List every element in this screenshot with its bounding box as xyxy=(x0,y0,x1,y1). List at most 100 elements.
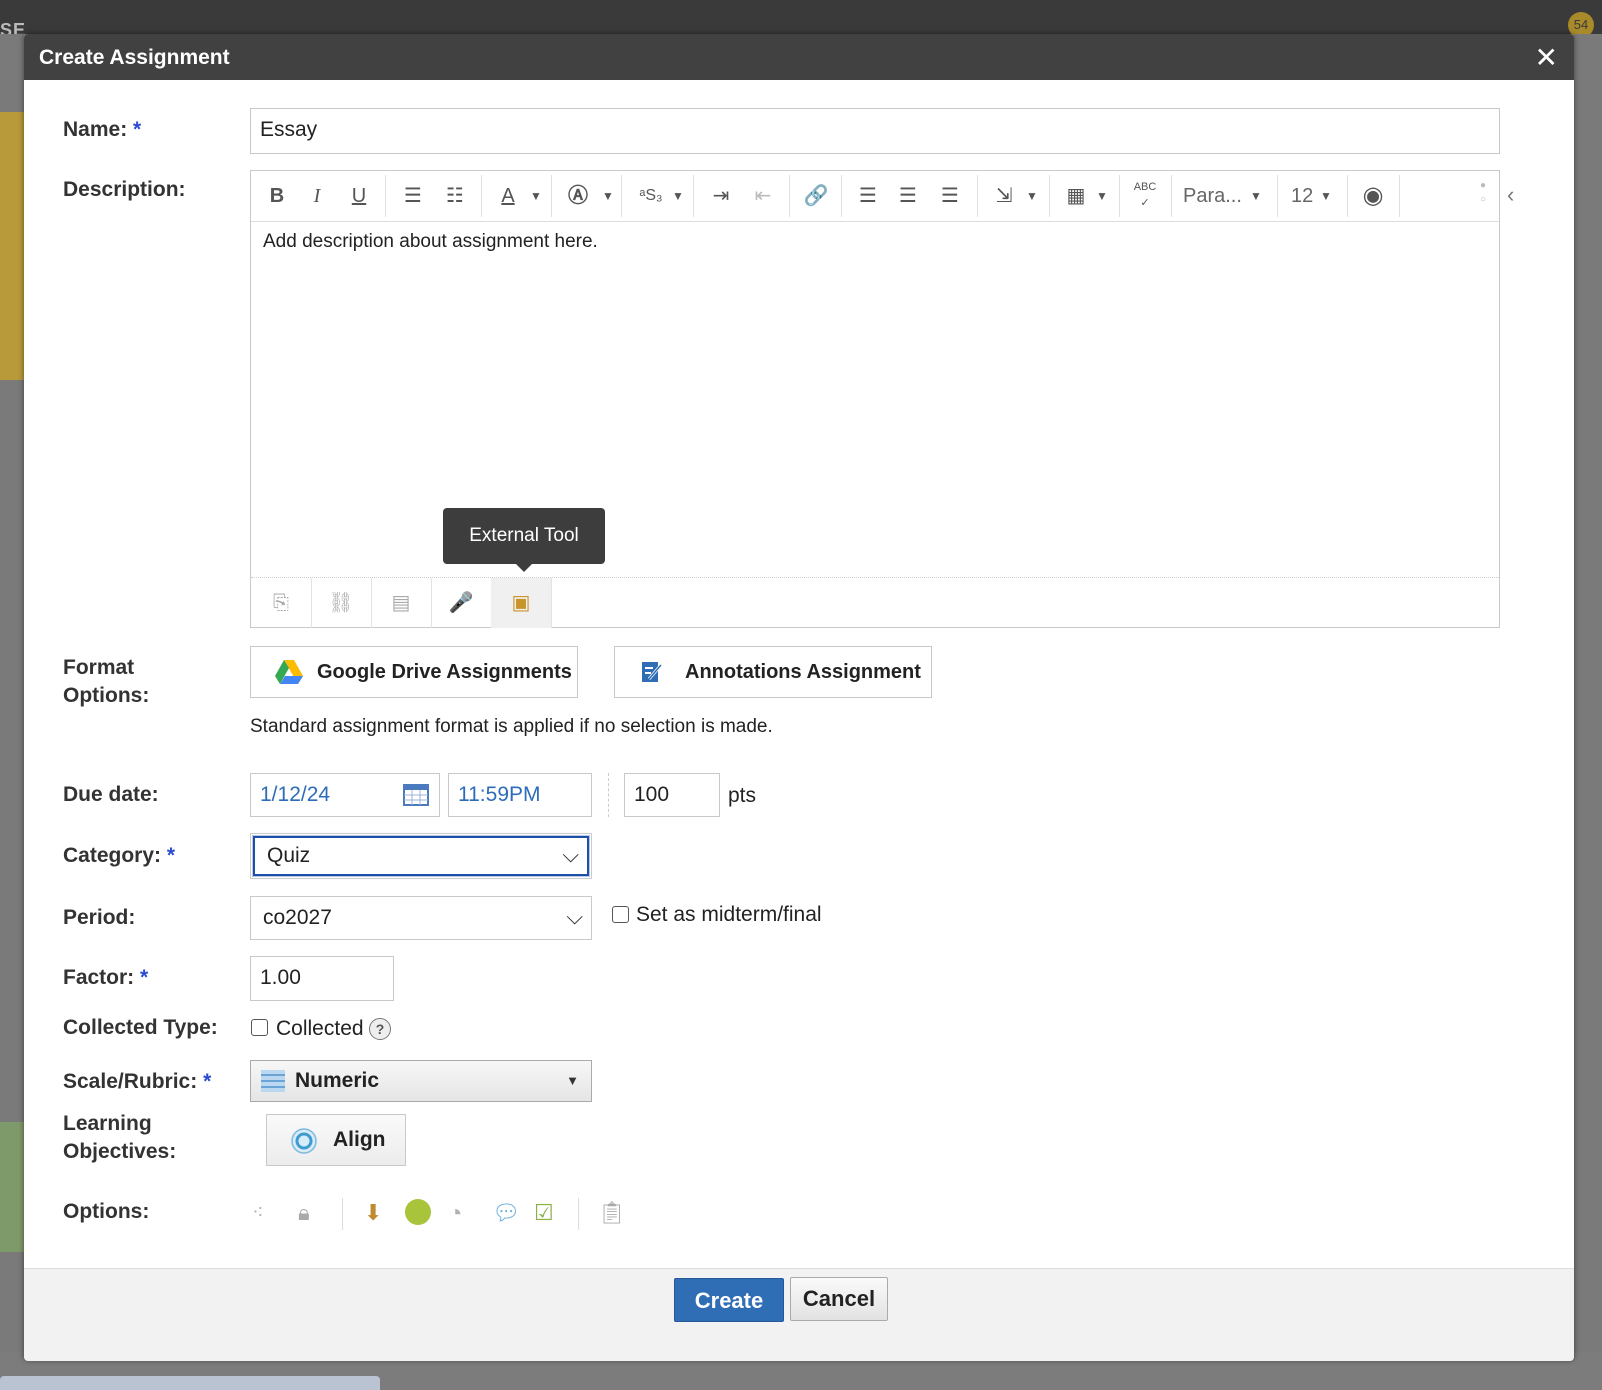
create-button[interactable]: Create xyxy=(674,1278,784,1322)
editor-content[interactable]: Add description about assignment here. xyxy=(263,231,598,253)
chevron-down-icon[interactable]: ▼ xyxy=(669,179,687,213)
description-label: Description: xyxy=(63,178,186,201)
editor-toolbar: B I U ☰ ☷ A ▼ Ⓐ ▼ ᵃS₃ ▼ ⇥ ⇤ 🔗 ☰ ☰ ☰ ⇲ ▼ … xyxy=(251,171,1499,222)
factor-label-text: Factor: xyxy=(63,966,135,989)
google-drive-icon xyxy=(275,660,303,684)
dropbox-icon[interactable]: ⬇ xyxy=(364,1200,382,1226)
close-icon[interactable]: ✕ xyxy=(1535,41,1558,74)
chevron-down-icon: ⌵ xyxy=(566,904,583,929)
grade-stats-icon[interactable]: ◔ xyxy=(448,1200,463,1228)
indent-icon[interactable]: ⇥ xyxy=(705,179,737,213)
dialog-title: Create Assignment xyxy=(39,46,230,69)
toolbar-divider xyxy=(621,175,622,217)
record-audio-icon[interactable]: 🎤 xyxy=(431,578,492,628)
lock-icon[interactable]: 🔒︎ xyxy=(298,1200,310,1226)
link-icon[interactable]: 🔗 xyxy=(801,179,831,213)
toolbar-divider xyxy=(481,175,482,217)
name-input[interactable]: Essay xyxy=(250,108,1500,154)
highlight-color-icon[interactable]: Ⓐ xyxy=(563,179,593,213)
help-icon[interactable]: ? xyxy=(369,1018,391,1040)
period-select[interactable]: co2027 ⌵ xyxy=(250,896,592,940)
chevron-down-icon[interactable]: ▼ xyxy=(1317,179,1335,213)
factor-label: Factor: * xyxy=(63,964,148,992)
chevron-down-icon[interactable]: ▼ xyxy=(599,179,617,213)
outdent-icon[interactable]: ⇤ xyxy=(747,179,779,213)
align-button[interactable]: Align xyxy=(266,1114,406,1166)
options-divider xyxy=(578,1198,579,1230)
collapse-panel-icon[interactable]: ‹ xyxy=(1507,182,1514,208)
align-center-icon[interactable]: ☰ xyxy=(893,179,923,213)
font-color-icon[interactable]: A xyxy=(493,179,523,213)
learning-objectives-line2: Objectives: xyxy=(63,1140,177,1163)
collected-checkbox[interactable] xyxy=(251,1019,268,1036)
due-date-divider xyxy=(608,773,609,817)
chain-link-icon[interactable]: ⛓ xyxy=(311,578,372,628)
scale-rubric-label: Scale/Rubric: * xyxy=(63,1068,211,1096)
background-right-strip xyxy=(1574,34,1602,1354)
dialog-footer: Create Cancel xyxy=(24,1268,1574,1361)
toolbar-divider xyxy=(385,175,386,217)
chevron-down-icon[interactable]: ▼ xyxy=(1023,179,1041,213)
format-options-label-line1: Format xyxy=(63,656,135,679)
cancel-button[interactable]: Cancel xyxy=(790,1277,888,1321)
accessibility-icon[interactable]: ◉ xyxy=(1357,179,1389,213)
font-size-select[interactable]: 12 xyxy=(1291,179,1317,213)
superscript-strike-icon[interactable]: ᵃS₃ xyxy=(631,179,671,213)
calendar-icon[interactable] xyxy=(403,783,429,807)
period-selected-value: co2027 xyxy=(263,906,332,929)
format-options-label-line2: Options: xyxy=(63,684,150,707)
bullet-list-icon[interactable]: ☰ xyxy=(397,179,429,213)
learning-objectives-line1: Learning xyxy=(63,1112,152,1135)
spellcheck-icon[interactable]: ABC ✓ xyxy=(1127,179,1163,213)
midterm-final-label: Set as midterm/final xyxy=(636,903,822,926)
comments-icon[interactable]: 💬︎ xyxy=(492,1200,520,1226)
toolbar-divider xyxy=(1399,175,1400,217)
category-label-text: Category: xyxy=(63,844,162,867)
numbered-list-icon[interactable]: ☷ xyxy=(439,179,471,213)
points-input[interactable]: 100 xyxy=(624,773,720,817)
annotations-label: Annotations Assignment xyxy=(685,661,921,683)
align-right-icon[interactable]: ☰ xyxy=(935,179,965,213)
insert-resource-icon[interactable]: ⎘ xyxy=(251,578,312,628)
midterm-final-checkbox[interactable] xyxy=(612,906,629,923)
chevron-down-icon[interactable]: ▼ xyxy=(1247,179,1265,213)
bold-icon[interactable]: B xyxy=(263,179,291,213)
required-star: * xyxy=(140,966,149,989)
required-star: * xyxy=(203,1070,212,1093)
external-tool-icon[interactable]: ▣ xyxy=(491,578,552,628)
background-topbar: SE 54 xyxy=(0,0,1602,40)
chevron-down-icon: ⌵ xyxy=(562,842,579,867)
due-time-input[interactable]: 11:59PM xyxy=(448,773,592,817)
description-editor: B I U ☰ ☷ A ▼ Ⓐ ▼ ᵃS₃ ▼ ⇥ ⇤ 🔗 ☰ ☰ ☰ ⇲ ▼ … xyxy=(250,170,1500,628)
toolbar-divider xyxy=(789,175,790,217)
files-icon[interactable]: ▤ xyxy=(371,578,432,628)
annotations-assignment-button[interactable]: Annotations Assignment xyxy=(614,646,932,698)
align-left-icon[interactable]: ☰ xyxy=(853,179,883,213)
insert-media-icon[interactable]: ⇲ xyxy=(989,179,1019,213)
chevron-down-icon[interactable]: ▼ xyxy=(527,179,545,213)
scale-selected-value: Numeric xyxy=(295,1069,380,1092)
required-star: * xyxy=(166,844,176,867)
underline-icon[interactable]: U xyxy=(345,179,373,213)
scale-rubric-label-text: Scale/Rubric: xyxy=(63,1070,198,1093)
caret-down-icon: ▼ xyxy=(566,1073,579,1088)
collected-type-label: Collected Type: xyxy=(63,1016,218,1039)
name-label: Name: * xyxy=(63,116,141,144)
category-select[interactable]: Quiz ⌵ xyxy=(253,836,589,876)
individual-assign-icon[interactable]: ⁖ xyxy=(252,1200,264,1225)
chevron-down-icon[interactable]: ▼ xyxy=(1093,179,1111,213)
published-status-icon[interactable] xyxy=(405,1199,431,1225)
external-tool-tooltip: External Tool xyxy=(443,508,605,572)
factor-input[interactable]: 1.00 xyxy=(250,956,394,1001)
toolbar-divider xyxy=(1119,175,1120,217)
background-status-bar xyxy=(0,1376,380,1390)
clipboard-icon[interactable]: 📋︎ xyxy=(598,1200,626,1226)
paragraph-format-select[interactable]: Para... xyxy=(1183,179,1243,213)
toolbar-more-icon[interactable]: ● ○ xyxy=(1475,179,1491,213)
name-label-text: Name: xyxy=(63,118,128,141)
checklist-icon[interactable]: ☑ xyxy=(534,1200,554,1226)
google-drive-assignments-button[interactable]: Google Drive Assignments xyxy=(250,646,578,698)
table-icon[interactable]: ▦ xyxy=(1061,179,1091,213)
scale-rubric-select[interactable]: Numeric ▼ xyxy=(250,1060,592,1102)
italic-icon[interactable]: I xyxy=(303,179,331,213)
